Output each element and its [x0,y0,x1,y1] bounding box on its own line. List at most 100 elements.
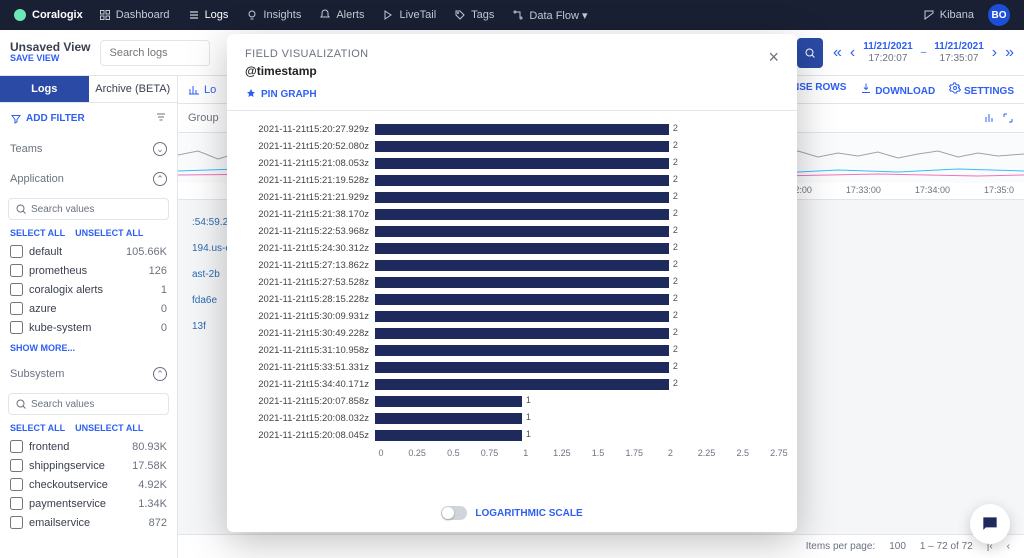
settings-button[interactable]: SETTINGS [949,82,1014,97]
sub-unselect-all[interactable]: UNSELECT ALL [75,423,143,433]
bar-value: 2 [673,157,678,167]
bar-label: 2021-11-21t15:21:19.528z [245,175,375,186]
log-search-input[interactable] [100,40,210,66]
bar-value: 2 [673,293,678,303]
bar-row[interactable]: 2021-11-21t15:28:15.228z 2 [245,291,779,308]
expand-icon[interactable] [1002,112,1014,124]
bar-chart: 2021-11-21t15:20:27.929z22021-11-21t15:2… [227,111,797,498]
checkbox[interactable] [10,245,23,258]
kibana-icon [923,9,935,21]
sub-select-all[interactable]: SELECT ALL [10,423,65,433]
bar-row[interactable]: 2021-11-21t15:20:07.858z1 [245,393,779,410]
bar-row[interactable]: 2021-11-21t15:21:08.053z2 [245,155,779,172]
checkbox[interactable] [10,516,23,529]
pin-graph-button[interactable]: PIN GRAPH [227,84,797,111]
nav-item-livetail[interactable]: LiveTail [382,9,436,21]
brand[interactable]: Coralogix [14,9,83,21]
app-show-more[interactable]: SHOW MORE... [0,337,177,359]
sub-item-checkoutservice[interactable]: checkoutservice4.92K [10,475,167,494]
app-unselect-all[interactable]: UNSELECT ALL [75,228,143,238]
application-search-input[interactable]: Search values [8,198,169,220]
search-icon [15,203,27,215]
nav-item-dashboard[interactable]: Dashboard [99,9,170,21]
bar-row[interactable]: 2021-11-21t15:20:08.032z1 [245,410,779,427]
checkbox[interactable] [10,459,23,472]
app-item-kube-system[interactable]: kube-system0 [10,318,167,337]
page-prev-button[interactable]: ‹ [1007,541,1010,552]
checkbox[interactable] [10,478,23,491]
app-item-coralogix-alerts[interactable]: coralogix alerts1 [10,280,167,299]
bar-row[interactable]: 2021-11-21t15:20:08.045z1 [245,427,779,444]
sidebar: Logs Archive (BETA) ADD FILTER Teams ⌄ A… [0,76,178,558]
download-button[interactable]: DOWNLOAD [860,82,935,97]
checkbox[interactable] [10,302,23,315]
bar-row[interactable]: 2021-11-21t15:20:27.929z2 [245,121,779,138]
checkbox[interactable] [10,283,23,296]
time-next-button[interactable]: › [992,44,997,62]
bar-row[interactable]: 2021-11-21t15:33:51.331z2 [245,359,779,376]
subsystem-search-input[interactable]: Search values [8,393,169,415]
bar-row[interactable]: 2021-11-21t15:24:30.312z 2 [245,240,779,257]
nav-item-insights[interactable]: Insights [246,9,301,21]
sub-item-shippingservice[interactable]: shippingservice17.58K [10,456,167,475]
nav-item-tags[interactable]: Tags [454,9,494,21]
app-item-default[interactable]: default105.66K [10,242,167,261]
time-next-fast-button[interactable]: » [1005,44,1014,62]
bar-row[interactable]: 2021-11-21t15:22:53.968z2 [245,223,779,240]
intercom-chat-button[interactable] [970,504,1010,544]
bar-value: 2 [673,191,678,201]
bar-row[interactable]: 2021-11-21t15:27:53.528z2 [245,274,779,291]
view-title-block[interactable]: Unsaved View SAVE VIEW [10,41,90,64]
bar-row[interactable]: 2021-11-21t15:30:49.228z2 [245,325,779,342]
sidebar-tab-logs[interactable]: Logs [0,76,89,103]
user-avatar[interactable]: BO [988,4,1010,26]
nav-item-alerts[interactable]: Alerts [319,9,364,21]
nav-item-logs[interactable]: Logs [188,9,229,21]
bar-value: 2 [673,242,678,252]
bar-label: 2021-11-21t15:28:15.228z [245,294,375,305]
filter-icon [10,113,22,125]
bar-row[interactable]: 2021-11-21t15:21:38.170z2 [245,206,779,223]
chevron-down-icon: ⌄ [153,142,167,156]
bar-row[interactable]: 2021-11-21t15:31:10.958z2 [245,342,779,359]
bar-label: 2021-11-21t15:24:30.312z [245,243,375,254]
modal-close-button[interactable]: × [768,48,779,66]
checkbox[interactable] [10,264,23,277]
checkbox[interactable] [10,497,23,510]
app-item-azure[interactable]: azure0 [10,299,167,318]
save-view-link[interactable]: SAVE VIEW [10,54,90,64]
section-teams[interactable]: Teams ⌄ [0,134,177,164]
toggle-switch[interactable] [441,506,467,520]
bar-row[interactable]: 2021-11-21t15:21:21.929z2 [245,189,779,206]
kibana-link[interactable]: Kibana [923,9,974,21]
checkbox[interactable] [10,440,23,453]
section-application[interactable]: Application ⌃ [0,164,177,194]
bar-row[interactable]: 2021-11-21t15:30:09.931z2 [245,308,779,325]
app-item-prometheus[interactable]: prometheus126 [10,261,167,280]
bar-row[interactable]: 2021-11-21t15:20:52.080z2 [245,138,779,155]
time-from[interactable]: 11/21/2021 17:20:07 [863,41,913,65]
time-prev-button[interactable]: ‹ [850,44,855,62]
bar-row[interactable]: 2021-11-21t15:21:19.528z2 [245,172,779,189]
add-filter-button[interactable]: ADD FILTER [0,103,177,134]
time-to[interactable]: 11/21/2021 17:35:07 [934,41,984,65]
bar-row[interactable]: 2021-11-21t15:27:13.862z2 [245,257,779,274]
sub-item-emailservice[interactable]: emailservice872 [10,513,167,532]
content-tab-logs[interactable]: Lo [188,84,216,96]
log-scale-toggle[interactable]: LOGARITHMIC SCALE [227,498,797,532]
sidebar-tab-archive[interactable]: Archive (BETA) [89,76,178,103]
bar-row[interactable]: 2021-11-21t15:34:40.171z2 [245,376,779,393]
app-select-all[interactable]: SELECT ALL [10,228,65,238]
time-prev-fast-button[interactable]: « [833,44,842,62]
bar-value: 2 [673,361,678,371]
filter-settings-icon[interactable] [155,111,167,126]
sub-item-paymentservice[interactable]: paymentservice1.34K [10,494,167,513]
section-subsystem[interactable]: Subsystem ⌃ [0,359,177,389]
nav-item-data-flow[interactable]: Data Flow ▾ [512,9,587,22]
run-query-button[interactable] [797,38,823,68]
sub-item-frontend[interactable]: frontend80.93K [10,437,167,456]
items-per-page-value[interactable]: 100 [889,541,906,552]
bar-value: 2 [673,344,678,354]
checkbox[interactable] [10,321,23,334]
bar-chart-icon[interactable] [984,112,996,124]
